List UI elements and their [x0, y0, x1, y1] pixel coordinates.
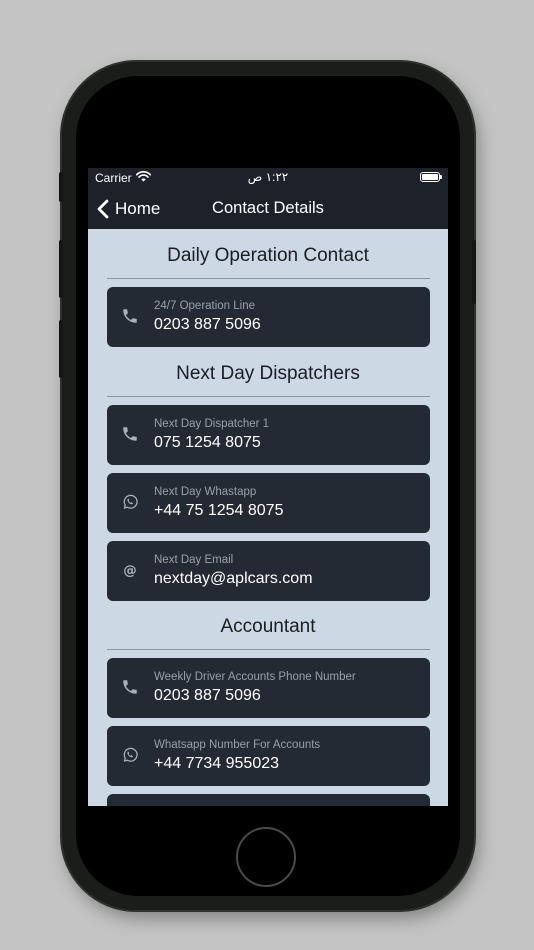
contact-label: Weekly Driver Accounts Phone Number [154, 671, 356, 683]
section-divider [107, 396, 430, 397]
volume-up-button [59, 240, 63, 298]
section-title-daily-operation: Daily Operation Contact [167, 245, 369, 266]
home-button[interactable] [236, 827, 296, 887]
contact-label: 24/7 Operation Line [154, 300, 256, 312]
at-email-icon: @ [123, 563, 137, 579]
status-time: ١:٢٢ ص [247, 170, 289, 184]
contact-card-next-day-dispatcher[interactable]: Next Day Dispatcher 1 075 1254 8075 [107, 405, 430, 465]
whatsapp-icon [123, 747, 138, 762]
contact-label: Next Day Dispatcher 1 [154, 418, 270, 430]
contact-value: 0203 887 5096 [154, 687, 261, 704]
contact-value: 075 1254 8075 [154, 434, 261, 451]
mute-switch [59, 172, 63, 202]
section-title-next-day-dispatchers: Next Day Dispatchers [176, 363, 360, 384]
contact-card-next-day-whatsapp[interactable]: Next Day Whastapp +44 75 1254 8075 [107, 473, 430, 533]
contact-value: nextday@aplcars.com [154, 570, 313, 587]
phone-icon [123, 680, 137, 694]
contact-value: 0203 887 5096 [154, 316, 261, 333]
navigation-bar: Home Contact Details [88, 188, 448, 229]
contact-label: Next Day Email [154, 554, 234, 566]
app-screen: Carrier ١:٢٢ ص Home Contact Details Dail… [88, 168, 448, 806]
contact-label: Whatsapp Number For Accounts [154, 739, 321, 751]
page-title: Contact Details [212, 199, 324, 217]
phone-icon [123, 309, 137, 323]
contact-card-accounts-whatsapp[interactable]: Whatsapp Number For Accounts +44 7734 95… [107, 726, 430, 786]
phone-icon [123, 427, 137, 441]
section-divider [107, 278, 430, 279]
contact-card-partial[interactable] [107, 794, 430, 806]
contact-card-next-day-email[interactable]: @ Next Day Email nextday@aplcars.com [107, 541, 430, 601]
contact-value: +44 7734 955023 [154, 755, 280, 772]
power-button [472, 240, 476, 304]
svg-text:@: @ [123, 563, 137, 579]
contact-value: +44 75 1254 8075 [154, 502, 284, 519]
status-bar: Carrier ١:٢٢ ص [88, 168, 448, 188]
section-divider [107, 649, 430, 650]
contact-card-accounts-phone[interactable]: Weekly Driver Accounts Phone Number 0203… [107, 658, 430, 718]
whatsapp-icon [123, 494, 138, 509]
section-title-accountant: Accountant [220, 616, 316, 637]
contact-label: Next Day Whastapp [154, 486, 257, 498]
volume-down-button [59, 320, 63, 378]
battery-icon [420, 172, 442, 182]
contact-card-operation-line[interactable]: 24/7 Operation Line 0203 887 5096 [107, 287, 430, 347]
